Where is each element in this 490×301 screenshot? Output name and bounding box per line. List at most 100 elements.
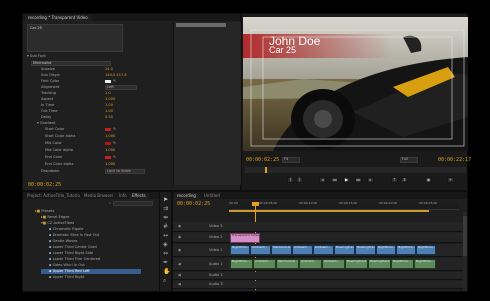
tree-item-preset[interactable]: ▪ Lower Third Center Grad xyxy=(41,245,141,250)
eyedropper-icon[interactable]: ✎ xyxy=(113,155,116,160)
tab-untitled[interactable]: Untitled xyxy=(201,193,223,199)
prop-value[interactable]: 1.00 xyxy=(105,109,113,114)
track-select-tool-icon[interactable]: ⇉ xyxy=(163,205,168,212)
lift-button[interactable]: ⇡ xyxy=(391,177,398,183)
zoom-tool-icon[interactable]: ⌕ xyxy=(163,277,166,285)
export-frame-button[interactable]: ◉ xyxy=(425,177,432,183)
prop-value[interactable]: 1.0 xyxy=(105,91,111,96)
audio-clip[interactable]: BowlingTrack... xyxy=(345,259,368,269)
tree-item-preset[interactable]: ▪ Gentle Waves xyxy=(41,239,141,244)
program-timecode-left[interactable]: 00:00:02:25 xyxy=(246,157,279,163)
program-scrub-bar[interactable] xyxy=(245,167,466,173)
playhead-handle-icon[interactable] xyxy=(252,202,259,206)
audio-clip[interactable]: Mechanical... xyxy=(276,259,299,269)
tab-project[interactable]: Project: ActiveTitle_TutorialU xyxy=(24,193,80,199)
sub-font-section[interactable]: ▾ Sub Font xyxy=(27,54,46,59)
video-clip[interactable]: Ambient... xyxy=(313,245,334,255)
tree-item-preset[interactable]: ▪ Upper Third Right xyxy=(41,275,141,280)
video-clip[interactable]: BowlingTrack... xyxy=(355,245,376,255)
program-quality-dropdown[interactable]: Full xyxy=(400,157,418,163)
step-forward-button[interactable]: ▸ xyxy=(367,177,374,183)
tree-item-preset-selected[interactable]: ▪ Upper Third Red Left xyxy=(41,269,141,274)
mark-in-button[interactable]: { xyxy=(287,177,294,183)
tree-item-preset[interactable]: ▪ Dramatic Slice In Fast Out xyxy=(41,233,141,238)
audio-clip[interactable]: Nighttime... xyxy=(414,259,436,269)
pen-tool-icon[interactable]: ✒ xyxy=(163,259,168,266)
eyedropper-icon[interactable]: ✎ xyxy=(113,141,116,146)
prop-value[interactable]: 1.00 xyxy=(105,103,113,108)
lock-dropdown[interactable]: Lock to Scale xyxy=(105,169,145,174)
preset-dropdown[interactable]: Minimalist xyxy=(31,61,111,66)
prop-value[interactable]: 1.000 xyxy=(105,148,115,153)
audio-clip[interactable]: Nighttime... xyxy=(230,259,253,269)
prop-value[interactable]: 140.0 417.6 xyxy=(105,73,127,78)
slip-tool-icon[interactable]: ⇔ xyxy=(163,250,168,257)
tab-info[interactable]: Info xyxy=(116,193,130,199)
step-back-button[interactable]: ◂ xyxy=(319,177,326,183)
audio-clip[interactable]: Ambient... xyxy=(299,259,322,269)
effect-clip-bar[interactable] xyxy=(176,23,226,27)
hand-tool-icon[interactable]: ✋ xyxy=(163,268,170,275)
playhead-marker-icon[interactable] xyxy=(265,167,267,173)
video-clip[interactable]: Nighttime... xyxy=(376,245,396,255)
work-area-bar[interactable] xyxy=(229,210,429,212)
eye-icon[interactable]: ◉ xyxy=(178,235,181,240)
title-clip[interactable]: Transparent Video xyxy=(230,233,260,243)
effects-search-input[interactable] xyxy=(113,201,153,206)
alignment-dropdown[interactable]: Left xyxy=(105,85,137,90)
audio-clip[interactable]: BowlingTrack... xyxy=(368,259,391,269)
selection-tool-icon[interactable]: ➤ xyxy=(163,196,168,203)
tree-item-folder[interactable]: ▸■ Presets xyxy=(27,209,54,214)
timeline-scrollbar[interactable] xyxy=(463,212,467,290)
speaker-icon[interactable]: ◀ xyxy=(178,273,181,278)
speaker-icon[interactable]: ◀ xyxy=(178,282,181,287)
audio-clip[interactable]: Ambient... xyxy=(253,259,276,269)
tree-item-preset[interactable]: ▪ Chromatic Ripple xyxy=(41,227,141,232)
video-clip[interactable]: Mechanical... xyxy=(271,245,292,255)
prop-value[interactable]: 0.50 xyxy=(105,115,113,120)
speaker-icon[interactable]: ◀ xyxy=(178,262,181,267)
eyedropper-icon[interactable]: ✎ xyxy=(113,127,116,132)
eye-icon[interactable]: ◉ xyxy=(178,248,181,253)
timeline-timecode[interactable]: 00:00:02:25 xyxy=(177,201,210,207)
video-clip[interactable]: Ambient... xyxy=(292,245,313,255)
effect-controls-timecode[interactable]: 00:00:02:25 xyxy=(28,182,61,188)
rewind-button[interactable]: ◂◂ xyxy=(331,177,338,183)
start-color-swatch[interactable] xyxy=(105,128,111,131)
video-clip[interactable]: BowlingTrack... xyxy=(334,245,355,255)
tree-item-folder[interactable]: ▸■ Bevel Edges xyxy=(33,215,69,220)
video-clip[interactable]: Nighttime... xyxy=(416,245,436,255)
tree-item-folder[interactable]: ▾■ CZ ActiveTitles xyxy=(33,221,74,226)
tab-recording[interactable]: recording xyxy=(174,193,199,199)
tree-item-preset[interactable]: ▪ Lower Third Right Side xyxy=(41,251,141,256)
prop-value[interactable]: 1.000 xyxy=(105,162,115,167)
tree-item-preset[interactable]: ▪ Lower Third Trim Centered xyxy=(41,257,141,262)
effect-controls-title[interactable]: recording * Transparent Video xyxy=(25,15,91,21)
end-color-swatch[interactable] xyxy=(105,156,111,159)
prop-value[interactable]: 1.000 xyxy=(105,134,115,139)
play-button[interactable]: ▶ xyxy=(343,177,350,183)
program-fit-dropdown[interactable]: Fit xyxy=(282,157,300,163)
gradient-section[interactable]: ▾ Gradient xyxy=(37,121,56,126)
add-button[interactable]: + xyxy=(447,177,454,183)
eye-icon[interactable]: ◉ xyxy=(178,224,181,229)
mark-out-button[interactable]: } xyxy=(296,177,303,183)
video-clip[interactable]: Ambient... xyxy=(250,245,271,255)
scrollbar-thumb[interactable] xyxy=(463,216,467,256)
prop-value[interactable]: 24.0 xyxy=(105,67,113,72)
razor-tool-icon[interactable]: ◈ xyxy=(163,241,168,248)
tab-effects[interactable]: Effects xyxy=(129,193,149,199)
tab-media-browser[interactable]: Media Browser xyxy=(81,193,117,199)
mid-color-swatch[interactable] xyxy=(105,142,111,145)
timeline-ruler[interactable]: 00:00 00:00:05:00 00:00:10:00 00:00:15:0… xyxy=(229,201,459,210)
audio-clip[interactable]: Ambient... xyxy=(322,259,345,269)
eyedropper-icon[interactable]: ✎ xyxy=(113,79,116,84)
text-entry-box[interactable]: Car 25 xyxy=(27,24,123,52)
forward-button[interactable]: ▸▸ xyxy=(355,177,362,183)
video-clip[interactable]: Nighttime... xyxy=(396,245,416,255)
font-color-swatch[interactable] xyxy=(105,80,111,83)
extract-button[interactable]: ⇞ xyxy=(401,177,408,183)
audio-clip[interactable]: Nighttime... xyxy=(391,259,414,269)
video-clip[interactable]: Nighttime... xyxy=(230,245,250,255)
prop-value[interactable]: 1.000 xyxy=(105,97,115,102)
